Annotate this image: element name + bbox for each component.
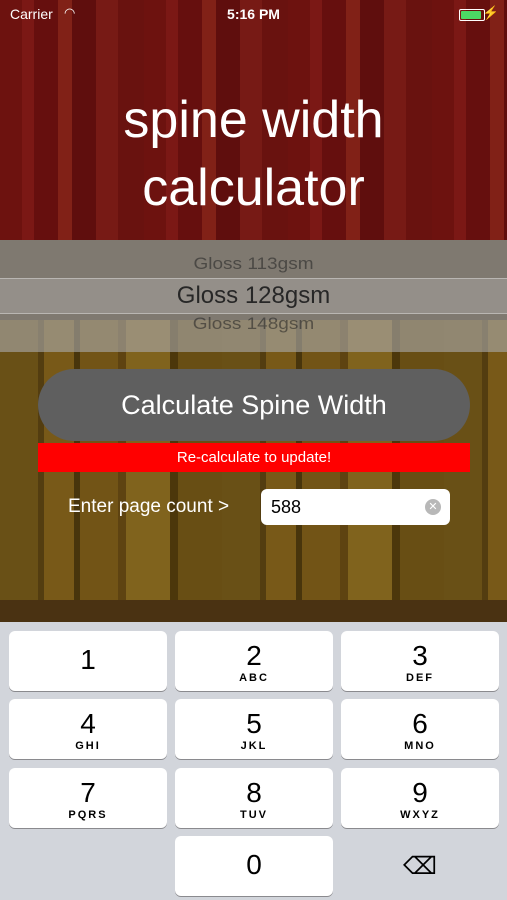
key-letters: PQRS [68,809,108,821]
key-digit: 2 [246,640,262,671]
key-digit: 6 [412,708,428,739]
app-screen: Carrier ◠ 5:16 PM ⚡ spine width calculat… [0,0,507,900]
key-letters: DEF [406,672,434,684]
calculate-spine-width-button[interactable]: Calculate Spine Width [38,369,470,441]
key-letters: WXYZ [400,809,440,821]
page-count-field[interactable]: ✕ [261,489,450,525]
recalculate-warning: Re-calculate to update! [38,443,470,472]
key-1[interactable]: 1 [9,631,167,691]
key-4[interactable]: 4 GHI [9,699,167,759]
key-7[interactable]: 7 PQRS [9,768,167,828]
page-title: spine width calculator [0,86,507,222]
charging-icon: ⚡ [482,5,499,20]
title-line-2: calculator [142,159,365,217]
key-letters: MNO [404,740,436,752]
key-digit: 3 [412,640,428,671]
key-letters: GHI [75,740,101,752]
key-digit: 0 [246,849,262,880]
key-8[interactable]: 8 TUV [175,768,333,828]
key-digit: 8 [246,777,262,808]
numeric-keypad: 1 2 ABC 3 DEF 4 GHI 5 JKL 6 MNO 7 PQRS 8 TUV 9W… [0,622,507,900]
picker-option-selected[interactable]: Gloss 128gsm [0,282,507,310]
key-5[interactable]: 5 JKL [175,699,333,759]
key-digit: 7 [80,777,96,808]
key-letters: JKL [240,740,268,752]
clear-circle-icon[interactable]: ✕ [425,499,441,515]
page-count-label: Enter page count > [68,496,230,517]
page-count-input[interactable] [271,489,421,525]
key-3[interactable]: 3 DEF [341,631,499,691]
backspace-icon: ⌫ [403,853,437,880]
key-6[interactable]: 6 MNO [341,699,499,759]
battery-icon [459,9,485,21]
picker-option[interactable]: Gloss 148gsm [0,316,507,335]
status-bar: Carrier ◠ 5:16 PM ⚡ [0,0,507,28]
key-digit: 5 [246,708,262,739]
key-digit: 4 [80,708,96,739]
delete-key[interactable]: ⌫ [341,836,499,896]
key-2[interactable]: 2 ABC [175,631,333,691]
shelf [0,600,507,622]
paper-type-picker[interactable]: Gloss 113gsm Gloss 128gsm Gloss 148gsm [0,240,507,352]
key-9[interactable]: 9 WXYZ [341,768,499,828]
key-letters: TUV [240,809,268,821]
title-line-1: spine width [123,91,384,149]
key-0[interactable]: 0 [175,836,333,896]
key-digit: 1 [80,644,96,675]
key-digit: 9 [412,777,428,808]
key-letters: ABC [239,672,269,684]
picker-option[interactable]: Gloss 113gsm [0,256,507,275]
status-time: 5:16 PM [227,6,280,22]
